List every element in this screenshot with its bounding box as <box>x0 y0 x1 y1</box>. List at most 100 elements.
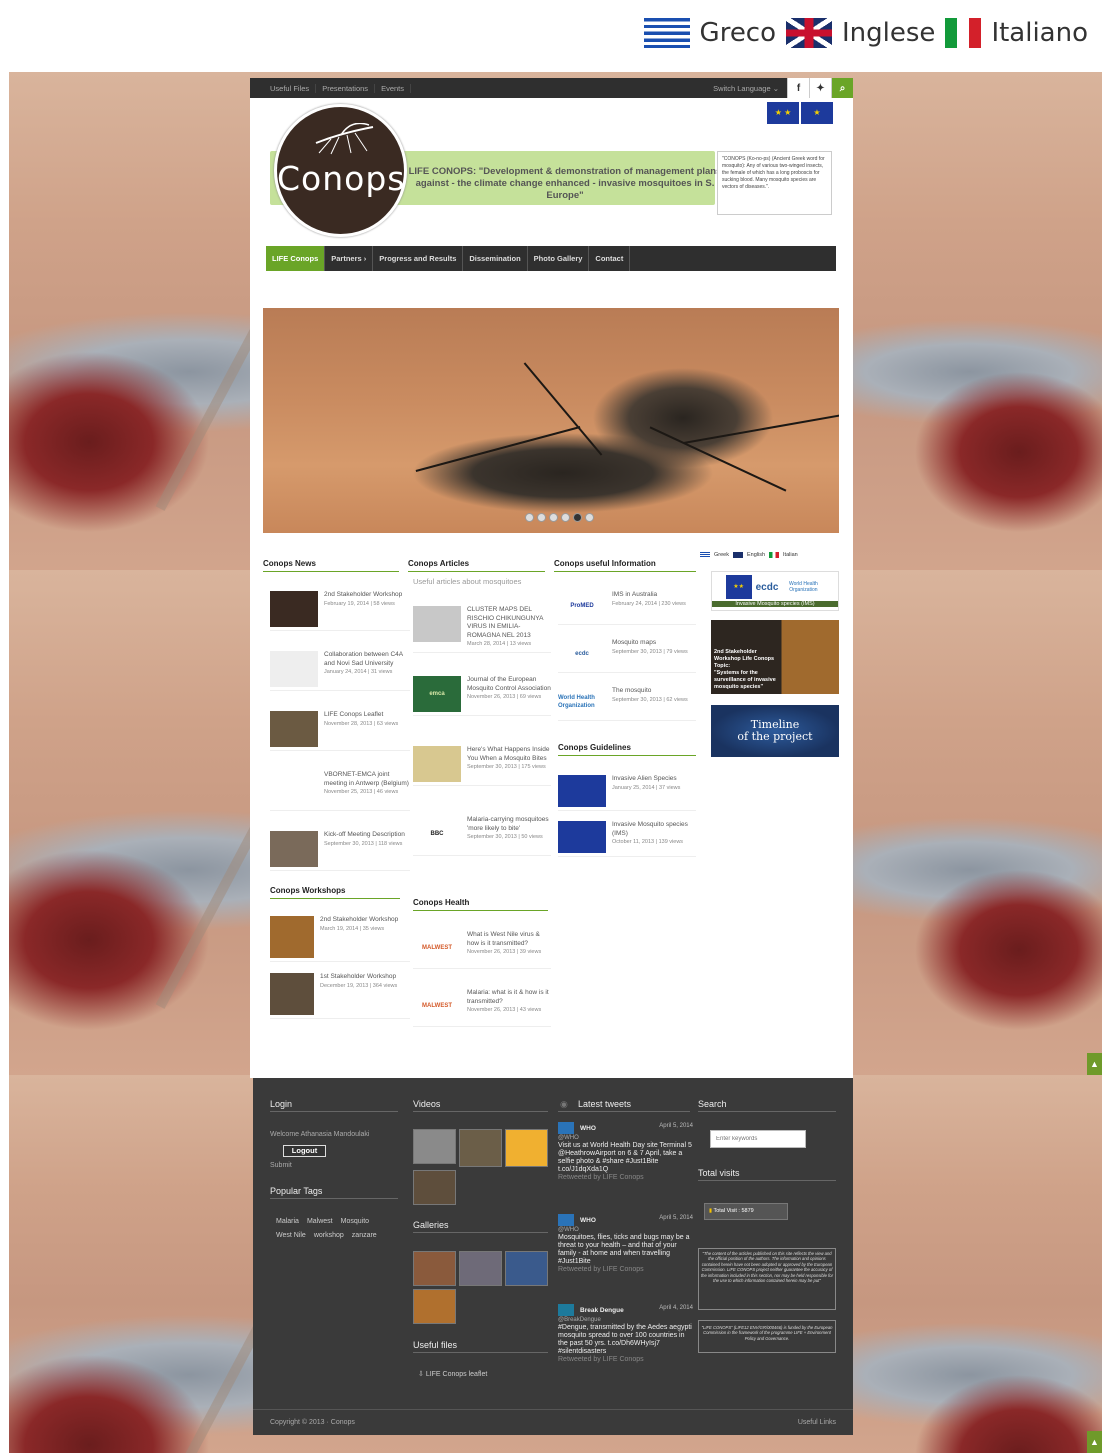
slider-dot[interactable] <box>525 513 534 522</box>
list-item[interactable]: MALWEST Malaria: what is it & how is it t… <box>413 989 551 1027</box>
submit-link[interactable]: Submit <box>270 1162 292 1169</box>
topnav-events[interactable]: Events <box>375 83 411 93</box>
switch-language-menu[interactable]: Switch Language ⌄ <box>713 84 787 93</box>
tweet[interactable]: WHO April 5, 2014 @WHO Visit us at World He… <box>558 1122 693 1182</box>
item-thumbnail[interactable]: MALWEST <box>413 931 461 965</box>
conops-logo[interactable]: Conops <box>274 104 407 237</box>
tweet-handle[interactable]: @BreakDengue <box>558 1316 693 1324</box>
timeline-banner[interactable]: Timeline of the project <box>711 705 839 757</box>
nav-life-conops[interactable]: LIFE Conops <box>266 246 326 271</box>
item-title[interactable]: Malaria: what is it & how is it transmit… <box>467 989 551 1006</box>
ims-banner[interactable]: ★★ ecdc World Health Organization Invasi… <box>711 571 839 611</box>
slider-dot[interactable] <box>549 513 558 522</box>
topnav-useful-files[interactable]: Useful Files <box>264 83 317 93</box>
gallery-thumbnail[interactable] <box>413 1251 456 1286</box>
item-title[interactable]: Here's What Happens Inside You When a Mo… <box>467 746 551 763</box>
language-english[interactable]: Inglese <box>842 18 935 48</box>
tweet-avatar[interactable] <box>558 1122 574 1134</box>
scroll-top-button[interactable]: ▲ <box>1087 1053 1102 1075</box>
item-title[interactable]: Collaboration between C4A and Novi Sad U… <box>324 651 410 668</box>
nav-dissemination[interactable]: Dissemination <box>463 246 528 271</box>
gallery-thumbnail[interactable] <box>413 1289 456 1324</box>
tag-link[interactable]: Malaria <box>276 1218 299 1225</box>
item-title[interactable]: What is West Nile virus & how is it tran… <box>467 931 551 948</box>
list-item[interactable]: CLUSTER MAPS DEL RISCHIO CHIKUNGUNYA VIR… <box>413 606 551 653</box>
list-item[interactable]: Invasive Mosquito species (IMS) October 1… <box>558 821 696 857</box>
hero-slider[interactable] <box>263 308 839 533</box>
item-title[interactable]: Invasive Alien Species <box>612 775 680 784</box>
list-item[interactable]: Invasive Alien Species January 25, 2014 |… <box>558 775 696 811</box>
list-item[interactable]: MALWEST What is West Nile virus & how is … <box>413 931 551 969</box>
item-thumbnail[interactable] <box>413 606 461 642</box>
greece-flag-icon[interactable] <box>700 552 710 558</box>
tweet-handle[interactable]: @WHO <box>558 1226 693 1234</box>
nav-contact[interactable]: Contact <box>589 246 631 271</box>
uk-flag-icon[interactable] <box>786 18 833 48</box>
item-title[interactable]: VBORNET-EMCA joint meeting in Antwerp (B… <box>324 771 410 788</box>
list-item[interactable]: Collaboration between C4A and Novi Sad U… <box>270 651 410 691</box>
item-title[interactable]: Mosquito maps <box>612 639 688 648</box>
mini-lang-english[interactable]: English <box>747 552 765 558</box>
tweet-author[interactable]: Break Dengue <box>580 1307 624 1314</box>
video-thumbnail[interactable] <box>459 1129 502 1167</box>
tag-link[interactable]: Malwest <box>307 1218 333 1225</box>
item-thumbnail[interactable] <box>413 746 461 782</box>
tag-link[interactable]: workshop <box>314 1232 344 1239</box>
item-thumbnail[interactable] <box>270 916 314 958</box>
slider-dot[interactable] <box>573 513 582 522</box>
useful-file-link[interactable]: ⇩ LIFE Conops leaflet <box>418 1370 487 1378</box>
tweet-handle[interactable]: @WHO <box>558 1134 693 1142</box>
gallery-thumbnail[interactable] <box>459 1251 502 1286</box>
tweet-avatar[interactable] <box>558 1214 574 1226</box>
list-item[interactable]: emca Journal of the European Mosquito Con… <box>413 676 551 716</box>
item-title[interactable]: Kick-off Meeting Description <box>324 831 405 840</box>
mini-lang-greek[interactable]: Greek <box>714 552 729 558</box>
item-thumbnail[interactable] <box>558 821 606 853</box>
italy-flag-icon[interactable] <box>945 18 982 48</box>
slider-dot[interactable] <box>561 513 570 522</box>
uk-flag-icon[interactable] <box>732 552 743 558</box>
list-item[interactable]: LIFE Conops Leaflet November 28, 2013 | 6… <box>270 711 410 751</box>
list-item[interactable]: BBC Malaria-carrying mosquitoes 'more lik… <box>413 816 551 856</box>
item-thumbnail[interactable]: BBC <box>413 816 461 852</box>
list-item[interactable]: Kick-off Meeting Description September 30… <box>270 831 410 871</box>
tweet[interactable]: Break Dengue April 4, 2014 @BreakDengue #De… <box>558 1304 693 1364</box>
workshop-banner[interactable]: 2nd Stakeholder Workshop Life Conops Top… <box>711 620 839 694</box>
nav-progress-results[interactable]: Progress and Results <box>373 246 464 271</box>
item-title[interactable]: Invasive Mosquito species (IMS) <box>612 821 696 838</box>
logout-button[interactable]: Logout <box>283 1145 326 1157</box>
item-title[interactable]: CLUSTER MAPS DEL RISCHIO CHIKUNGUNYA VIR… <box>467 606 551 640</box>
item-title[interactable]: The mosquito <box>612 687 688 696</box>
slider-dot[interactable] <box>537 513 546 522</box>
tag-link[interactable]: West Nile <box>276 1232 306 1239</box>
item-title[interactable]: Journal of the European Mosquito Control… <box>467 676 551 693</box>
item-title[interactable]: Malaria-carrying mosquitoes 'more likely… <box>467 816 551 833</box>
nav-partners[interactable]: Partners › <box>325 246 374 271</box>
item-title[interactable]: 1st Stakeholder Workshop <box>320 973 397 982</box>
useful-links[interactable]: Useful Links <box>798 1419 836 1426</box>
search-input[interactable] <box>710 1130 806 1148</box>
italy-flag-icon[interactable] <box>769 552 780 558</box>
item-thumbnail[interactable] <box>270 711 318 747</box>
item-title[interactable]: 2nd Stakeholder Workshop <box>324 591 402 600</box>
item-thumbnail[interactable] <box>558 775 606 807</box>
tag-link[interactable]: zanzare <box>352 1232 377 1239</box>
twitter-icon[interactable]: ✦ <box>809 78 831 98</box>
item-thumbnail[interactable]: MALWEST <box>413 989 461 1023</box>
item-thumbnail[interactable] <box>270 651 318 687</box>
list-item[interactable]: VBORNET-EMCA joint meeting in Antwerp (B… <box>270 771 410 811</box>
item-title[interactable]: 2nd Stakeholder Workshop <box>320 916 398 925</box>
slider-dot[interactable] <box>585 513 594 522</box>
item-thumbnail[interactable]: emca <box>413 676 461 712</box>
item-thumbnail[interactable] <box>270 771 318 807</box>
list-item[interactable]: World Health Organization The mosquito Sep… <box>558 687 696 721</box>
tweet-author[interactable]: WHO <box>580 1125 596 1132</box>
greece-flag-icon[interactable] <box>643 18 690 48</box>
item-thumbnail[interactable] <box>270 831 318 867</box>
list-item[interactable]: 2nd Stakeholder Workshop March 19, 2014 |… <box>270 916 410 962</box>
tweet-author[interactable]: WHO <box>580 1217 596 1224</box>
item-thumbnail[interactable] <box>270 973 314 1015</box>
item-thumbnail[interactable]: ecdc <box>558 639 606 669</box>
language-greek[interactable]: Greco <box>700 18 776 48</box>
list-item[interactable]: Here's What Happens Inside You When a Mo… <box>413 746 551 786</box>
